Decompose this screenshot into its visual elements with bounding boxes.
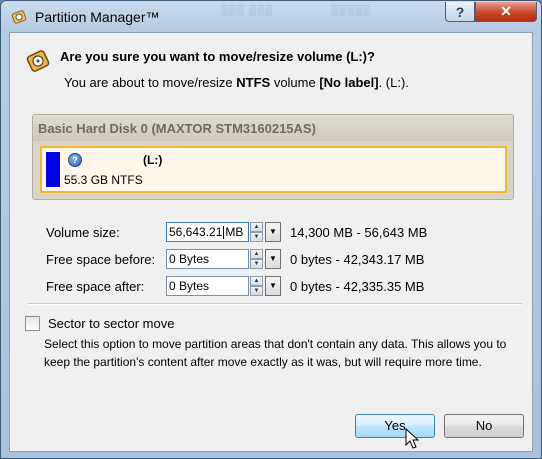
free-after-unit-dropdown[interactable]: ▼ — [265, 276, 281, 296]
free-after-label: Free space after: — [46, 279, 145, 294]
free-before-input[interactable]: 0 Bytes — [166, 249, 249, 269]
spin-up-icon[interactable]: ▲ — [250, 222, 263, 232]
volume-size-input[interactable]: 56,643.21 MB — [166, 222, 249, 242]
disk-map: Basic Hard Disk 0 (MAXTOR STM3160215AS) … — [32, 114, 514, 200]
partition-warning-icon — [26, 50, 50, 72]
free-before-unit-dropdown[interactable]: ▼ — [265, 249, 281, 269]
free-after-range: 0 bytes - 42,335.35 MB — [290, 279, 425, 294]
help-icon: ? — [455, 3, 465, 20]
spin-down-icon[interactable]: ▼ — [250, 259, 263, 269]
volume-size-stepper: 56,643.21 MB ▲ ▼ ▼ — [166, 222, 284, 242]
disk-header: Basic Hard Disk 0 (MAXTOR STM3160215AS) — [33, 115, 513, 141]
volume-size-spin: ▲ ▼ — [250, 222, 263, 242]
free-before-range: 0 bytes - 42,343.17 MB — [290, 252, 425, 267]
divider — [28, 303, 522, 305]
partition-usage-bar — [46, 152, 60, 187]
spin-up-icon[interactable]: ▲ — [250, 276, 263, 286]
free-before-spin: ▲ ▼ — [250, 249, 263, 269]
question-icon: ? — [68, 153, 82, 167]
close-button[interactable]: ✕ — [475, 2, 537, 22]
free-before-stepper: 0 Bytes ▲ ▼ ▼ — [166, 249, 284, 269]
sector-move-description: Select this option to move partition are… — [44, 337, 507, 369]
volume-size-unit-dropdown[interactable]: ▼ — [265, 222, 281, 242]
window-title: Partition Manager™ — [35, 9, 160, 25]
partition-label: (L:) — [143, 153, 163, 167]
partition-manager-window: Partition Manager™ ▒▒▒ ▒▒▒ ▒▒▒▒▒ ? ✕ Are… — [0, 0, 542, 459]
volume-size-range: 14,300 MB - 56,643 MB — [290, 225, 428, 240]
background-text: ▒▒▒ ▒▒▒ — [221, 5, 274, 16]
dialog-body: Are you sure you want to move/resize vol… — [9, 32, 533, 452]
volume-size-label: Volume size: — [46, 225, 120, 240]
spin-down-icon[interactable]: ▼ — [250, 286, 263, 296]
sector-move-checkbox[interactable] — [25, 316, 40, 331]
close-icon: ✕ — [500, 3, 512, 19]
free-after-input[interactable]: 0 Bytes — [166, 276, 249, 296]
mouse-cursor-icon — [405, 428, 419, 449]
free-after-stepper: 0 Bytes ▲ ▼ ▼ — [166, 276, 284, 296]
free-before-label: Free space before: — [46, 252, 156, 267]
no-button[interactable]: No — [444, 414, 524, 438]
confirm-detail: You are about to move/resize NTFS volume… — [64, 75, 409, 90]
title-bar[interactable]: Partition Manager™ ▒▒▒ ▒▒▒ ▒▒▒▒▒ ? ✕ — [1, 1, 541, 33]
background-text: ▒▒▒▒▒ — [331, 5, 372, 16]
sector-move-label[interactable]: Sector to sector move — [48, 316, 174, 331]
help-button[interactable]: ? — [445, 2, 475, 22]
partition-block[interactable]: ? (L:) 55.3 GB NTFS — [40, 146, 507, 193]
yes-button[interactable]: Yes — [355, 414, 435, 438]
free-after-spin: ▲ ▼ — [250, 276, 263, 296]
spin-up-icon[interactable]: ▲ — [250, 249, 263, 259]
partition-size: 55.3 GB NTFS — [64, 173, 143, 187]
disk-name: Basic Hard Disk 0 (MAXTOR STM3160215AS) — [38, 121, 316, 136]
app-icon — [11, 10, 27, 24]
spin-down-icon[interactable]: ▼ — [250, 232, 263, 242]
confirm-question: Are you sure you want to move/resize vol… — [60, 49, 375, 64]
